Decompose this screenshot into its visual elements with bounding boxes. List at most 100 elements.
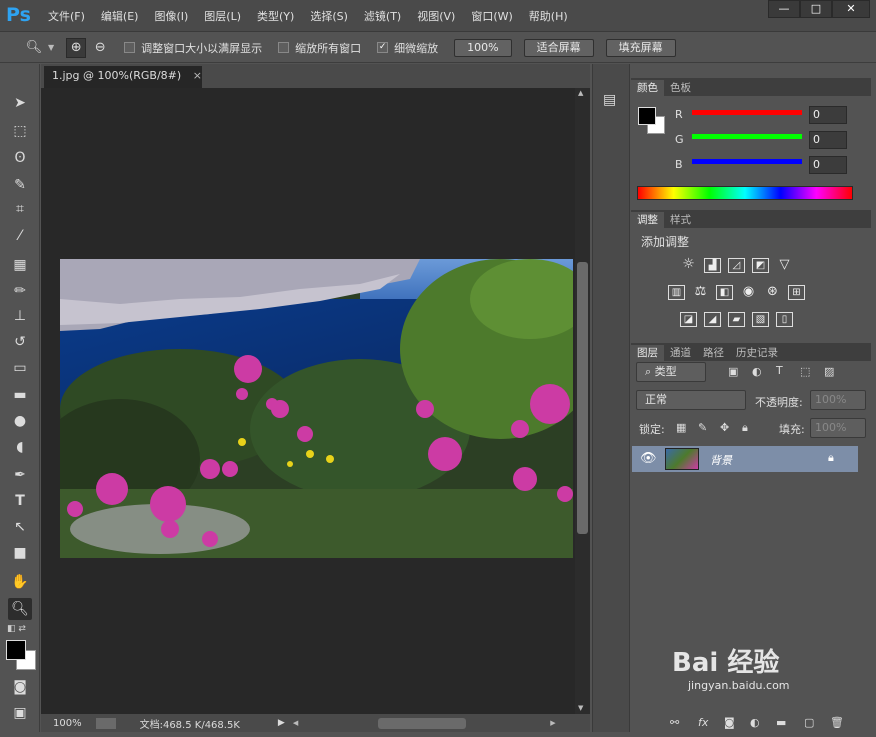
crop-tool-icon[interactable]: ⌗ [8, 198, 32, 220]
hand-tool-icon[interactable]: ✋ [8, 571, 32, 593]
default-colors-icon[interactable]: ◧ ⇄ [7, 624, 26, 634]
checkbox-box[interactable] [124, 42, 136, 53]
menu-layer[interactable]: 图层(L) [204, 8, 241, 24]
lock-paint-icon[interactable]: ✎ [698, 421, 707, 434]
healing-brush-tool-icon[interactable]: ▦ [8, 254, 32, 276]
new-layer-icon[interactable]: ▢ [804, 716, 814, 729]
zoom-all-checkbox[interactable]: 缩放所有窗口 [278, 40, 361, 56]
scrubby-zoom-checkbox[interactable]: ✓ 细微缩放 [377, 40, 438, 56]
layer-row-background[interactable]: 👁︎ 背景 🔒︎ [632, 446, 858, 472]
marquee-tool-icon[interactable]: ⬚ [8, 120, 32, 142]
tab-styles[interactable]: 样式 [664, 212, 697, 228]
type-tool-icon[interactable]: T [8, 490, 32, 512]
move-tool-icon[interactable]: ➤ [8, 92, 32, 114]
foreground-color-swatch-front[interactable] [6, 640, 26, 660]
zoom-level[interactable]: 100% [53, 718, 82, 729]
scroll-left-icon[interactable]: ◀ [293, 719, 298, 727]
gradient-tool-icon[interactable]: ▬ [8, 384, 32, 406]
checkbox-box-checked[interactable]: ✓ [377, 42, 389, 53]
status-menu-arrow-icon[interactable]: ▶ [278, 718, 285, 728]
layer-filter-dropdown[interactable]: ⌕ 类型 [636, 362, 706, 382]
filter-pixel-icon[interactable]: ▣ [728, 365, 738, 378]
zoom-tool-preset-icon[interactable]: 🔍︎ [24, 38, 44, 58]
photo-filter-icon[interactable]: ◉ [740, 285, 757, 300]
screen-mode-icon[interactable]: ▣ [8, 702, 32, 724]
status-options-icon[interactable] [95, 717, 116, 729]
path-select-tool-icon[interactable]: ↖ [8, 516, 32, 538]
quick-mask-icon[interactable]: ◙ [8, 676, 32, 698]
tab-swatches[interactable]: 色板 [664, 80, 697, 96]
tab-adjustments[interactable]: 调整 [631, 212, 664, 228]
close-tab-icon[interactable]: × [193, 69, 202, 82]
vertical-scrollbar-thumb[interactable] [577, 262, 588, 534]
scroll-up-icon[interactable]: ▲ [578, 89, 583, 97]
fill-input[interactable]: 100% [810, 418, 866, 438]
channel-g-input[interactable]: 0 [809, 131, 847, 149]
filter-smart-icon[interactable]: ▨ [824, 365, 834, 378]
scroll-right-icon[interactable]: ▶ [550, 719, 555, 727]
levels-icon[interactable]: ▟ [704, 258, 721, 273]
filter-shape-icon[interactable]: ⬚ [800, 365, 810, 378]
channel-r-slider[interactable] [692, 110, 802, 115]
maximize-button[interactable]: □ [800, 0, 832, 18]
exposure-icon[interactable]: ◩ [752, 258, 769, 273]
eyedropper-tool-icon[interactable]: ⁄ [8, 225, 32, 247]
scroll-down-icon[interactable]: ▼ [578, 704, 583, 712]
brush-tool-icon[interactable]: ✏ [8, 280, 32, 302]
tab-channels[interactable]: 通道 [664, 345, 697, 361]
zoom-tool-icon[interactable]: 🔍︎ [8, 598, 32, 620]
dodge-tool-icon[interactable]: ◖ [8, 436, 32, 458]
filter-type-icon[interactable]: T [776, 364, 783, 377]
document-tab[interactable]: 1.jpg @ 100%(RGB/8#) × [44, 66, 202, 88]
menu-select[interactable]: 选择(S) [310, 8, 348, 24]
zoom-in-icon[interactable]: ⊕ [66, 37, 87, 58]
lock-transparent-icon[interactable]: ▦ [676, 421, 686, 434]
color-spectrum-bar[interactable] [637, 186, 853, 200]
lasso-tool-icon[interactable]: ʘ [8, 147, 32, 169]
actual-pixels-button[interactable]: 100% [454, 38, 512, 57]
history-brush-tool-icon[interactable]: ↺ [8, 331, 32, 353]
delete-layer-icon[interactable]: 🗑︎ [830, 716, 844, 729]
adjustment-layer-icon[interactable]: ◐ [750, 716, 760, 729]
group-folder-icon[interactable]: ▬ [776, 716, 786, 729]
fit-screen-button[interactable]: 适合屏幕 [523, 38, 594, 57]
channel-b-slider[interactable] [692, 159, 802, 164]
zoom-out-icon[interactable]: ⊖ [90, 38, 110, 58]
hue-saturation-icon[interactable]: ▥ [668, 285, 685, 300]
eraser-tool-icon[interactable]: ▭ [8, 357, 32, 379]
visibility-eye-icon[interactable]: 👁︎ [640, 451, 657, 466]
menu-view[interactable]: 视图(V) [417, 8, 455, 24]
menu-filter[interactable]: 滤镜(T) [364, 8, 401, 24]
menu-file[interactable]: 文件(F) [48, 8, 85, 24]
fg-color-swatch[interactable] [638, 107, 656, 125]
chevron-down-icon[interactable]: ▼ [48, 43, 54, 52]
tab-history[interactable]: 历史记录 [730, 345, 784, 361]
layer-style-icon[interactable]: fx [698, 716, 708, 729]
close-button[interactable]: ✕ [832, 0, 870, 18]
brightness-icon[interactable]: ☼ [680, 257, 697, 273]
menu-type[interactable]: 类型(Y) [257, 8, 294, 24]
color-lookup-icon[interactable]: ⊞ [788, 285, 805, 300]
layer-mask-icon[interactable]: ◙ [724, 716, 735, 729]
shape-tool-icon[interactable]: ■ [8, 542, 32, 564]
layer-name[interactable]: 背景 [710, 452, 732, 468]
horizontal-scrollbar-thumb[interactable] [378, 717, 467, 729]
gradient-map-icon[interactable]: ▧ [752, 312, 769, 327]
tab-layers[interactable]: 图层 [631, 345, 664, 361]
link-layers-icon[interactable]: ⚯ [670, 716, 679, 729]
channel-r-input[interactable]: 0 [809, 106, 847, 124]
pen-tool-icon[interactable]: ✒ [8, 464, 32, 486]
menu-edit[interactable]: 编辑(E) [101, 8, 139, 24]
channel-mixer-icon[interactable]: ⊛ [764, 285, 781, 300]
channel-g-slider[interactable] [692, 134, 802, 139]
invert-icon[interactable]: ◪ [680, 312, 697, 327]
menu-window[interactable]: 窗口(W) [471, 8, 512, 24]
resize-windows-checkbox[interactable]: 调整窗口大小以满屏显示 [124, 40, 262, 56]
menu-image[interactable]: 图像(I) [154, 8, 188, 24]
curves-icon[interactable]: ◿ [728, 258, 745, 273]
quick-select-tool-icon[interactable]: ✎ [8, 174, 32, 196]
menu-help[interactable]: 帮助(H) [529, 8, 568, 24]
channel-b-input[interactable]: 0 [809, 156, 847, 174]
tab-paths[interactable]: 路径 [697, 345, 730, 361]
posterize-icon[interactable]: ◢ [704, 312, 721, 327]
